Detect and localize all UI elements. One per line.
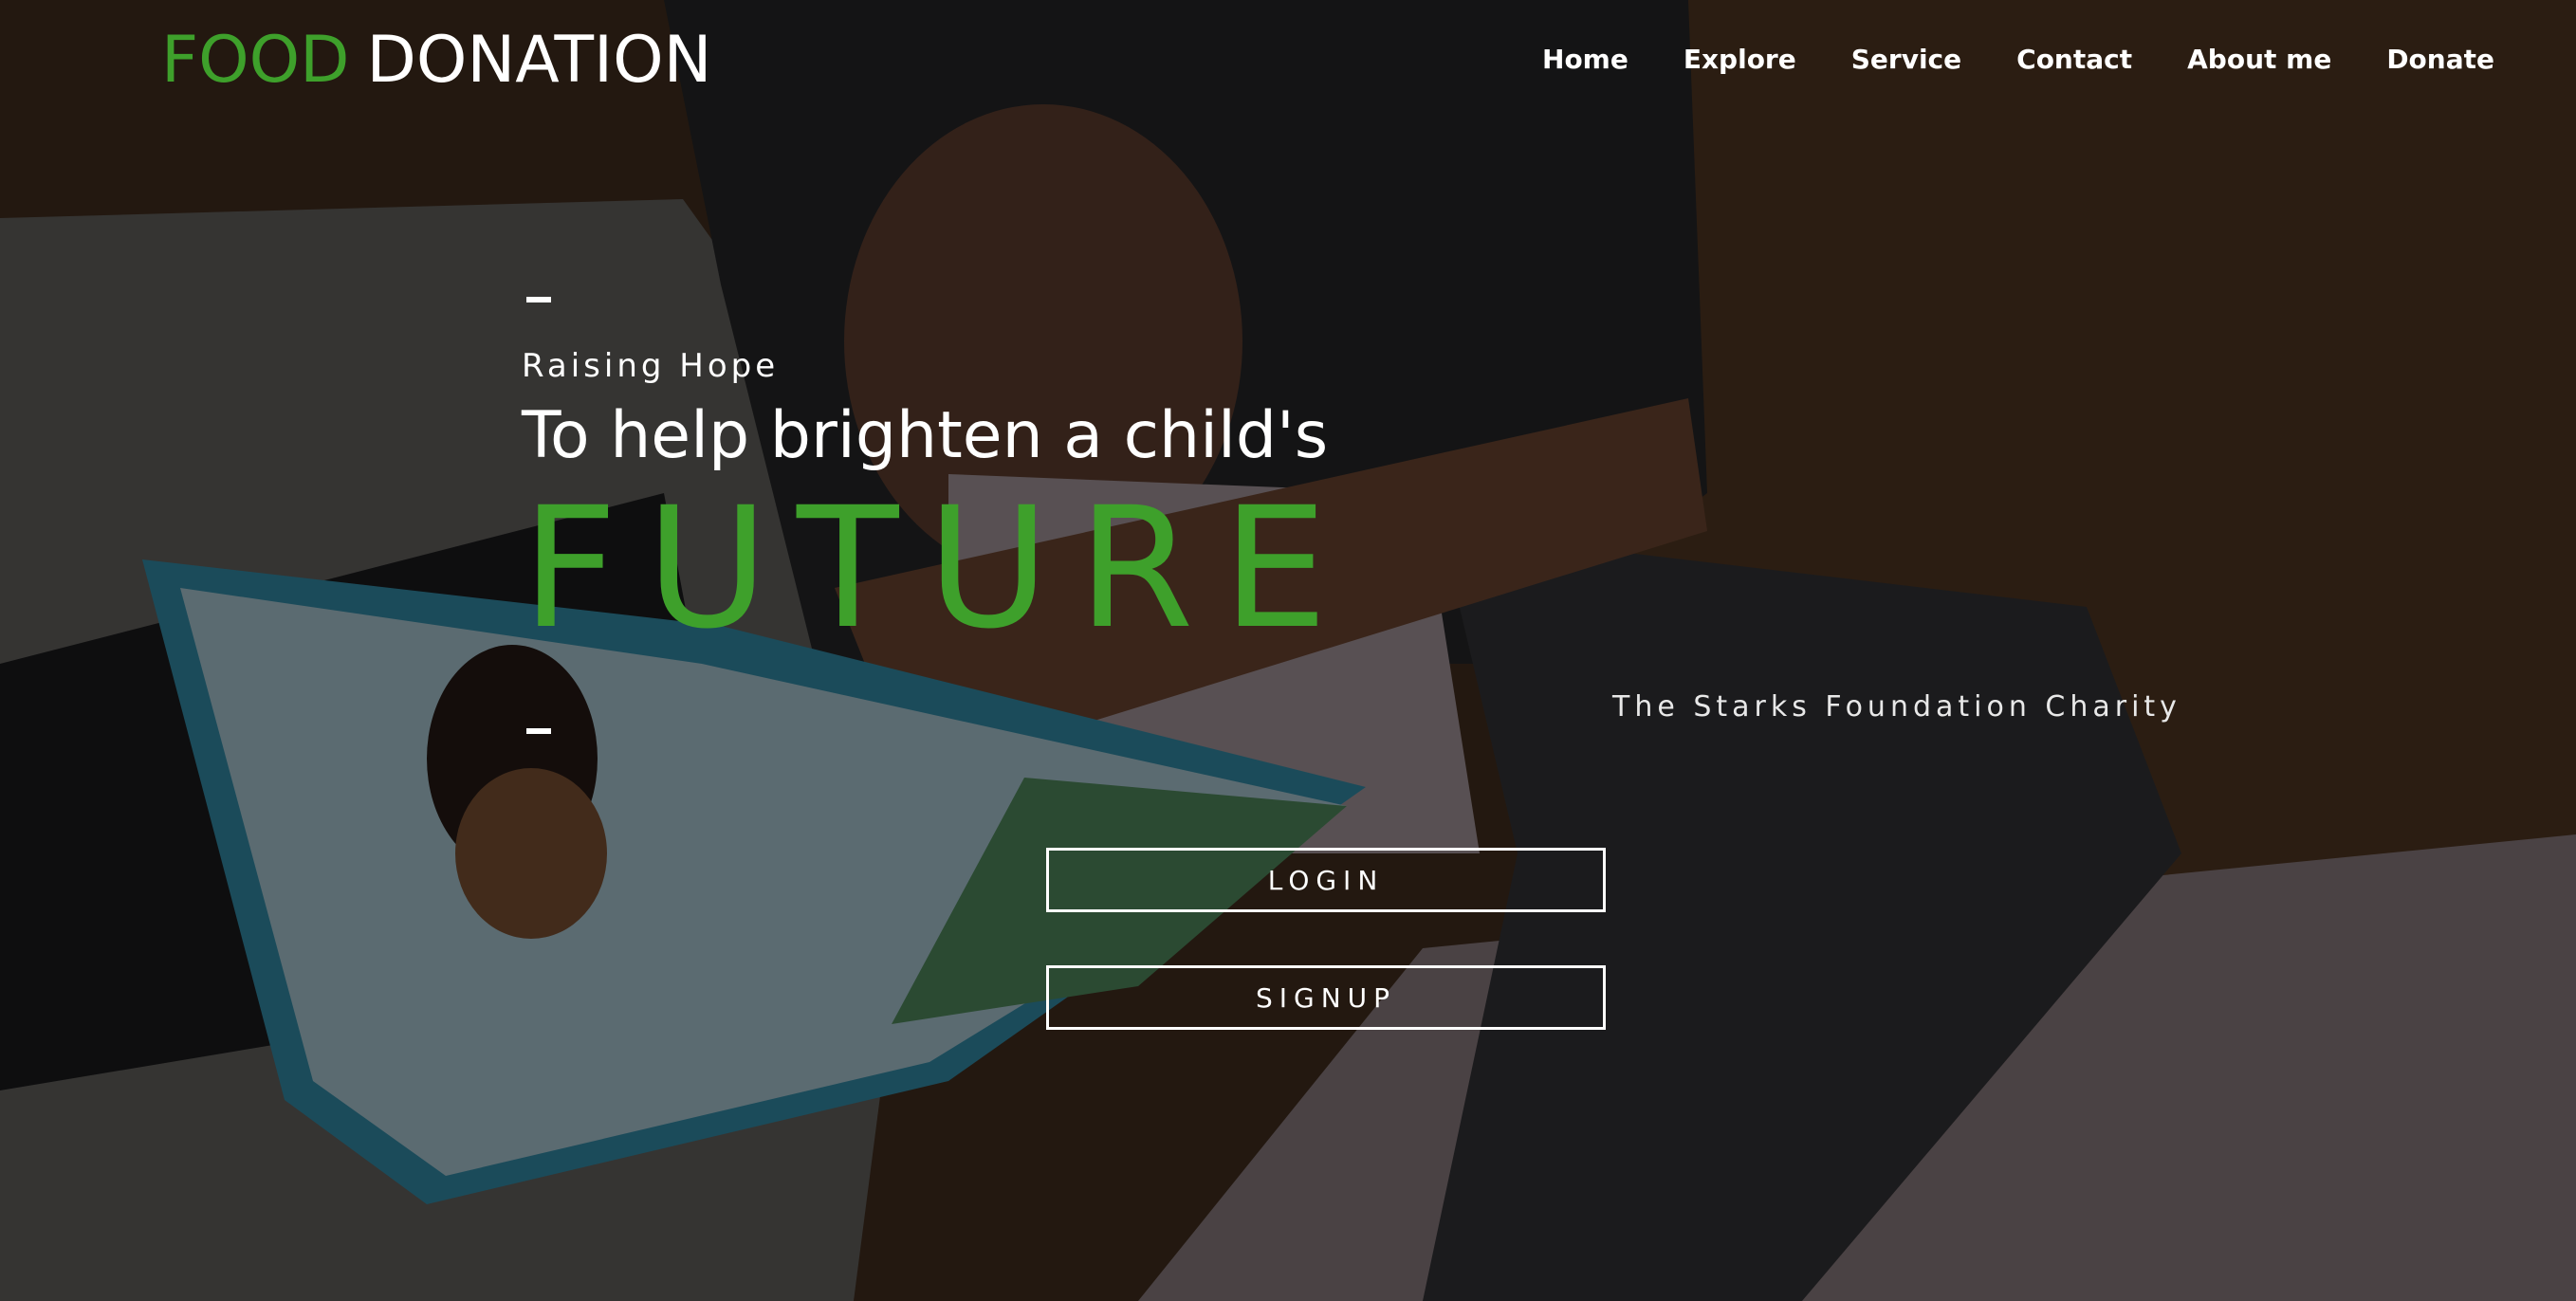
nav-donate[interactable]: Donate — [2386, 44, 2494, 75]
signup-button[interactable]: SIGNUP — [1046, 965, 1606, 1030]
nav-about-me[interactable]: About me — [2187, 44, 2331, 75]
hero-subtitle: Raising Hope — [522, 347, 780, 385]
hero-tagline: The Starks Foundation Charity — [1612, 690, 2181, 724]
hero-emphasis: FUTURE — [522, 471, 1356, 666]
nav-service[interactable]: Service — [1851, 44, 1961, 75]
hero-headline: To help brighten a child's — [522, 398, 1329, 473]
main-nav: Home Explore Service Contact About me Do… — [1487, 44, 2494, 75]
decorative-dash-top — [526, 297, 551, 302]
nav-home[interactable]: Home — [1542, 44, 1628, 75]
nav-explore[interactable]: Explore — [1684, 44, 1796, 75]
brand-word-food: FOOD — [161, 23, 350, 98]
decorative-dash-bottom — [526, 728, 551, 734]
nav-contact[interactable]: Contact — [2016, 44, 2132, 75]
brand-word-donation: DONATION — [366, 23, 712, 98]
brand-logo[interactable]: FOOD DONATION — [161, 23, 712, 98]
landing-page: FOOD DONATION Home Explore Service Contac… — [0, 0, 2576, 1301]
login-button[interactable]: LOGIN — [1046, 848, 1606, 912]
